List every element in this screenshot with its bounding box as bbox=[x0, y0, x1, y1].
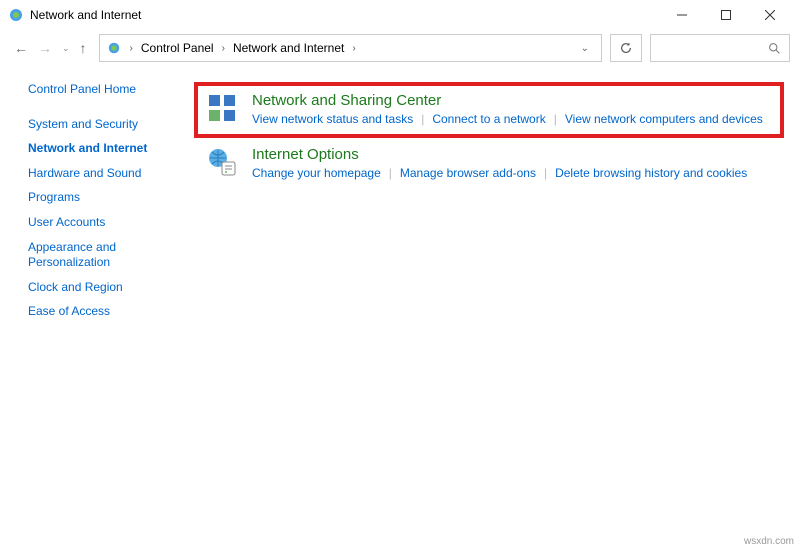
divider: | bbox=[536, 166, 555, 180]
chevron-right-icon[interactable]: › bbox=[126, 43, 137, 54]
link-view-network-status[interactable]: View network status and tasks bbox=[252, 112, 413, 126]
breadcrumb-item[interactable]: Control Panel bbox=[141, 41, 214, 55]
category-body: Network and Sharing Center View network … bbox=[252, 92, 772, 126]
address-bar[interactable]: › Control Panel › Network and Internet ›… bbox=[99, 34, 602, 62]
link-view-network-computers[interactable]: View network computers and devices bbox=[565, 112, 763, 126]
nav-bar: ← → ⌄ ↑ › Control Panel › Network and In… bbox=[0, 30, 800, 66]
sidebar-item-ease-of-access[interactable]: Ease of Access bbox=[28, 304, 194, 320]
main-panel: Network and Sharing Center View network … bbox=[194, 82, 800, 549]
address-dropdown[interactable]: ⌄ bbox=[575, 43, 595, 54]
divider: | bbox=[413, 112, 432, 126]
link-manage-addons[interactable]: Manage browser add-ons bbox=[400, 166, 536, 180]
category-internet-options: Internet Options Change your homepage | … bbox=[194, 144, 784, 188]
up-button[interactable]: ↑ bbox=[80, 40, 87, 56]
sidebar-item-system-security[interactable]: System and Security bbox=[28, 117, 194, 133]
chevron-right-icon[interactable]: › bbox=[348, 43, 359, 54]
network-sharing-icon bbox=[206, 92, 238, 124]
link-connect-network[interactable]: Connect to a network bbox=[432, 112, 545, 126]
category-links: Change your homepage | Manage browser ad… bbox=[252, 166, 776, 180]
back-button[interactable]: ← bbox=[14, 40, 28, 56]
sidebar-item-appearance-personalization[interactable]: Appearance and Personalization bbox=[28, 240, 148, 271]
sidebar-item-clock-region[interactable]: Clock and Region bbox=[28, 280, 194, 296]
chevron-right-icon[interactable]: › bbox=[218, 43, 229, 54]
sidebar-item-user-accounts[interactable]: User Accounts bbox=[28, 215, 194, 231]
divider: | bbox=[381, 166, 400, 180]
category-network-sharing: Network and Sharing Center View network … bbox=[206, 92, 772, 126]
category-title[interactable]: Network and Sharing Center bbox=[252, 92, 772, 110]
category-links: View network status and tasks | Connect … bbox=[252, 112, 772, 126]
breadcrumb-item[interactable]: Network and Internet bbox=[233, 41, 344, 55]
sidebar-item-network-internet[interactable]: Network and Internet bbox=[28, 141, 194, 157]
nav-arrows: ← → ⌄ ↑ bbox=[10, 40, 91, 56]
search-input[interactable] bbox=[650, 34, 790, 62]
maximize-button[interactable] bbox=[704, 0, 748, 30]
control-panel-icon bbox=[8, 7, 24, 23]
sidebar: Control Panel Home System and Security N… bbox=[0, 82, 194, 549]
window-controls bbox=[660, 0, 792, 30]
minimize-button[interactable] bbox=[660, 0, 704, 30]
sidebar-item-hardware-sound[interactable]: Hardware and Sound bbox=[28, 166, 194, 182]
sidebar-home[interactable]: Control Panel Home bbox=[28, 82, 194, 98]
control-panel-icon bbox=[106, 40, 122, 56]
divider: | bbox=[546, 112, 565, 126]
highlighted-category: Network and Sharing Center View network … bbox=[194, 82, 784, 138]
link-delete-history[interactable]: Delete browsing history and cookies bbox=[555, 166, 747, 180]
link-change-homepage[interactable]: Change your homepage bbox=[252, 166, 381, 180]
content-area: Control Panel Home System and Security N… bbox=[0, 66, 800, 549]
forward-button[interactable]: → bbox=[38, 40, 52, 56]
sidebar-item-programs[interactable]: Programs bbox=[28, 190, 194, 206]
refresh-button[interactable] bbox=[610, 34, 642, 62]
window-title: Network and Internet bbox=[30, 8, 141, 22]
footer-credit: wsxdn.com bbox=[744, 536, 794, 547]
recent-locations-dropdown[interactable]: ⌄ bbox=[62, 43, 70, 54]
category-body: Internet Options Change your homepage | … bbox=[252, 146, 776, 180]
internet-options-icon bbox=[206, 146, 238, 178]
category-title[interactable]: Internet Options bbox=[252, 146, 776, 164]
titlebar: Network and Internet bbox=[0, 0, 800, 30]
search-icon bbox=[768, 42, 781, 55]
close-button[interactable] bbox=[748, 0, 792, 30]
